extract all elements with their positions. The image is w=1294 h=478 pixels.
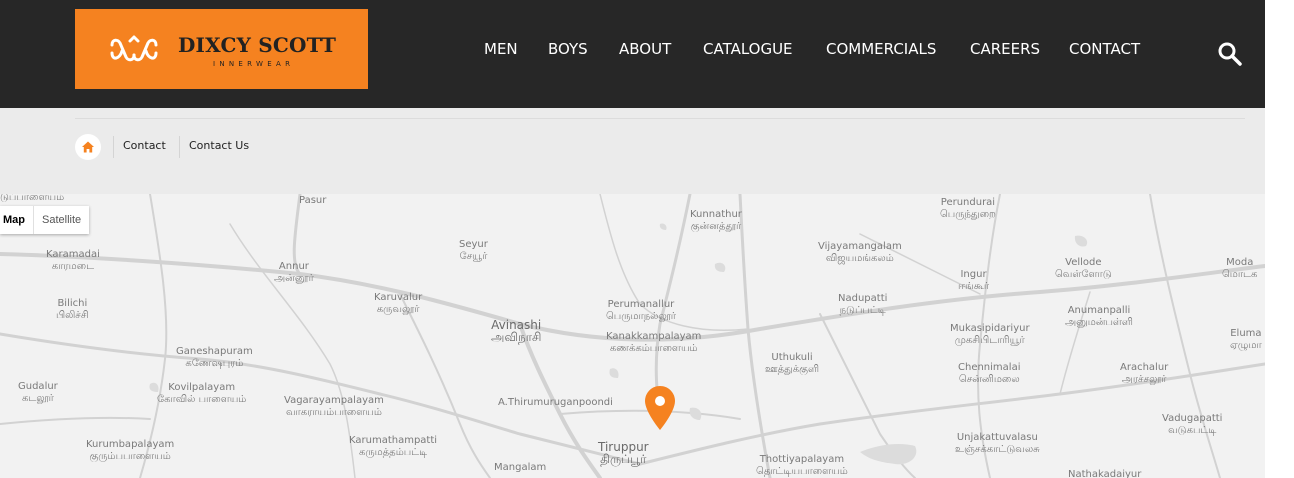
breadcrumb-separator	[179, 136, 180, 158]
map-label: Vadugapatti வடுகபட்டி	[1162, 413, 1223, 436]
map-label: Vagarayampalayam வாகராயம்பாளையம்	[284, 395, 384, 418]
nav-contact[interactable]: CONTACT	[1069, 40, 1140, 58]
map-label: Eluma ஏழுமா	[1230, 328, 1262, 351]
map-label: Kurumbapalayam குரும்பபாளையம்	[86, 439, 175, 462]
map-label: Karumathampatti கருமத்தம்பட்டி	[349, 435, 438, 458]
nav-commercials[interactable]: COMMERCIALS	[826, 40, 936, 58]
map-label: Kanakkampalayam கணக்கம்பாளையம்	[606, 331, 702, 354]
map-label: Perundurai பெருந்துறை	[940, 197, 996, 220]
map-label: Ingur ஈங்கூர்	[958, 269, 990, 292]
map-label: Seyur சேயூர்	[459, 239, 488, 262]
map-label: Gudalur கடலூர்	[18, 381, 58, 404]
map-label: Karamadai காரமடை	[46, 249, 100, 272]
nav-careers[interactable]: CAREERS	[970, 40, 1040, 58]
map-label: Thottiyapalayam தொட்டியபாளையம்	[756, 454, 848, 477]
site-header: DIXCY SCOTT INNERWEAR MEN BOYS ABOUT CAT…	[0, 0, 1265, 108]
map-label: Nadupatti நடுப்பட்டி	[838, 293, 888, 316]
map-label: Annur அன்னூர்	[274, 261, 314, 284]
map-type-satellite[interactable]: Satellite	[34, 206, 89, 234]
map-label: Chennimalai சென்னிமலை	[958, 362, 1021, 385]
search-icon	[1218, 42, 1242, 66]
map-label: Kunnathur குன்னத்தூர்	[690, 209, 742, 232]
nav-boys[interactable]: BOYS	[548, 40, 588, 58]
home-icon	[82, 141, 94, 153]
map-label: Tiruppur திருப்பூர்	[598, 440, 649, 466]
location-marker[interactable]	[644, 385, 676, 431]
map-label: Kovilpalayam கோவில் பாளையம்	[157, 382, 247, 405]
map-label: Bilichi பிலிச்சி	[56, 298, 89, 321]
map-label: Avinashi அவிநாசி	[491, 318, 542, 344]
map-label: Mukasipidariyur முகசிபிடாரியூர்	[950, 323, 1030, 346]
breadcrumb: Contact Contact Us	[0, 108, 1265, 194]
breadcrumb-contact[interactable]: Contact	[123, 139, 166, 152]
breadcrumb-current: Contact Us	[189, 139, 250, 152]
map-label: Nathakadaiyur	[1068, 469, 1142, 478]
map-type-control: Map Satellite	[0, 206, 90, 234]
map-label: டுப்பாளையம்	[0, 194, 65, 203]
breadcrumb-divider	[75, 118, 1245, 119]
nav-catalogue[interactable]: CATALOGUE	[703, 40, 793, 58]
map-pin-icon	[645, 386, 675, 430]
map-label: Pasur	[299, 195, 327, 206]
brand-title: DIXCY SCOTT	[178, 33, 337, 57]
map-label: Perumanallur பெருமாநல்லூர்	[606, 299, 676, 322]
brand-logo-icon	[110, 35, 158, 62]
brand-logo[interactable]: DIXCY SCOTT INNERWEAR	[75, 9, 368, 89]
map-type-map[interactable]: Map	[0, 206, 34, 234]
map-label: Uthukuli ஊத்துக்குளி	[765, 352, 820, 375]
map-label: Mangalam	[494, 462, 547, 473]
breadcrumb-separator	[113, 136, 114, 158]
map-label: Moda மொடக	[1222, 257, 1258, 280]
google-map[interactable]: Map Satellite டுப்பாளையம் Pasur Karamada…	[0, 194, 1265, 478]
map-label: Anumanpalli அனுமன்பள்ளி	[1065, 305, 1133, 328]
map-label: Vellode வெள்ளோடு	[1055, 257, 1112, 280]
nav-men[interactable]: MEN	[484, 40, 518, 58]
map-label: Vijayamangalam விஜயமங்கலம்	[818, 241, 902, 264]
map-label: Karuvalur கருவலூர்	[374, 292, 423, 315]
map-label: Arachalur அரச்சலூர்	[1120, 362, 1169, 385]
nav-about[interactable]: ABOUT	[619, 40, 671, 58]
map-label: Unjakattuvalasu உஞ்சக்காட்டுவலசு	[955, 432, 1040, 455]
search-button[interactable]	[1216, 40, 1244, 68]
brand-subtitle: INNERWEAR	[213, 60, 295, 68]
map-label: A.Thirumuruganpoondi	[498, 397, 613, 408]
breadcrumb-home[interactable]	[75, 134, 101, 160]
map-label: Ganeshapuram கணேஷபுரம்	[176, 346, 253, 369]
